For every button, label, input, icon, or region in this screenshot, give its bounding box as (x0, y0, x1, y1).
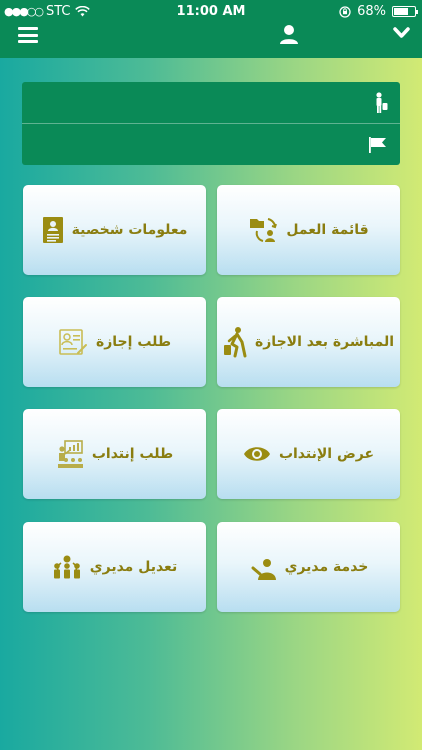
walking-luggage-icon (223, 327, 247, 358)
status-bar: ●●●○○ STC 11:00 AM 68% (0, 0, 422, 22)
tile-label: معلومات شخصية (71, 222, 188, 238)
tile-label: طلب إنتداب (91, 446, 174, 462)
tile-label: قائمة العمل (286, 222, 369, 238)
profile-document-icon (42, 217, 63, 243)
flag-icon (369, 137, 386, 153)
tile-worklist[interactable]: قائمة العمل (217, 185, 400, 275)
tile-label: طلب إجازة (95, 334, 172, 350)
chevron-down-icon[interactable] (393, 26, 410, 40)
top-bar: ●●●○○ STC 11:00 AM 68% (0, 0, 422, 58)
tile-manager-service[interactable]: خدمة مديري ? (217, 522, 400, 612)
tile-label: المباشرة بعد الاجازة (254, 334, 395, 350)
worklist-icon (250, 218, 278, 242)
tile-delegation-request[interactable]: طلب إنتداب (23, 409, 206, 499)
form-panel (22, 82, 400, 165)
tile-view-delegation[interactable]: عرض الإنتداب (217, 409, 400, 499)
eye-icon (243, 447, 270, 461)
hamburger-icon[interactable] (18, 27, 38, 43)
person-luggage-icon (376, 92, 388, 113)
text-field-2[interactable] (22, 124, 400, 165)
user-icon[interactable] (279, 24, 299, 46)
tile-personal-info[interactable]: معلومات شخصية (23, 185, 206, 275)
group-icon (53, 555, 80, 579)
battery-percent: 68% (357, 4, 386, 19)
tile-label: خدمة مديري (284, 559, 369, 575)
rotation-lock-icon (339, 5, 351, 18)
question-person-icon: ? (251, 559, 276, 580)
tile-edit-manager[interactable]: تعديل مديري (23, 522, 206, 612)
battery-fill (394, 8, 408, 15)
leave-form-icon (59, 329, 87, 355)
tile-label: تعديل مديري (89, 559, 178, 575)
battery-icon (392, 6, 418, 17)
tile-return-from-leave[interactable]: المباشرة بعد الاجازة (217, 297, 400, 387)
presentation-icon (57, 440, 83, 468)
tile-leave-request[interactable]: طلب إجازة (23, 297, 206, 387)
tile-label: عرض الإنتداب (278, 446, 375, 462)
text-field-1[interactable] (22, 82, 400, 123)
